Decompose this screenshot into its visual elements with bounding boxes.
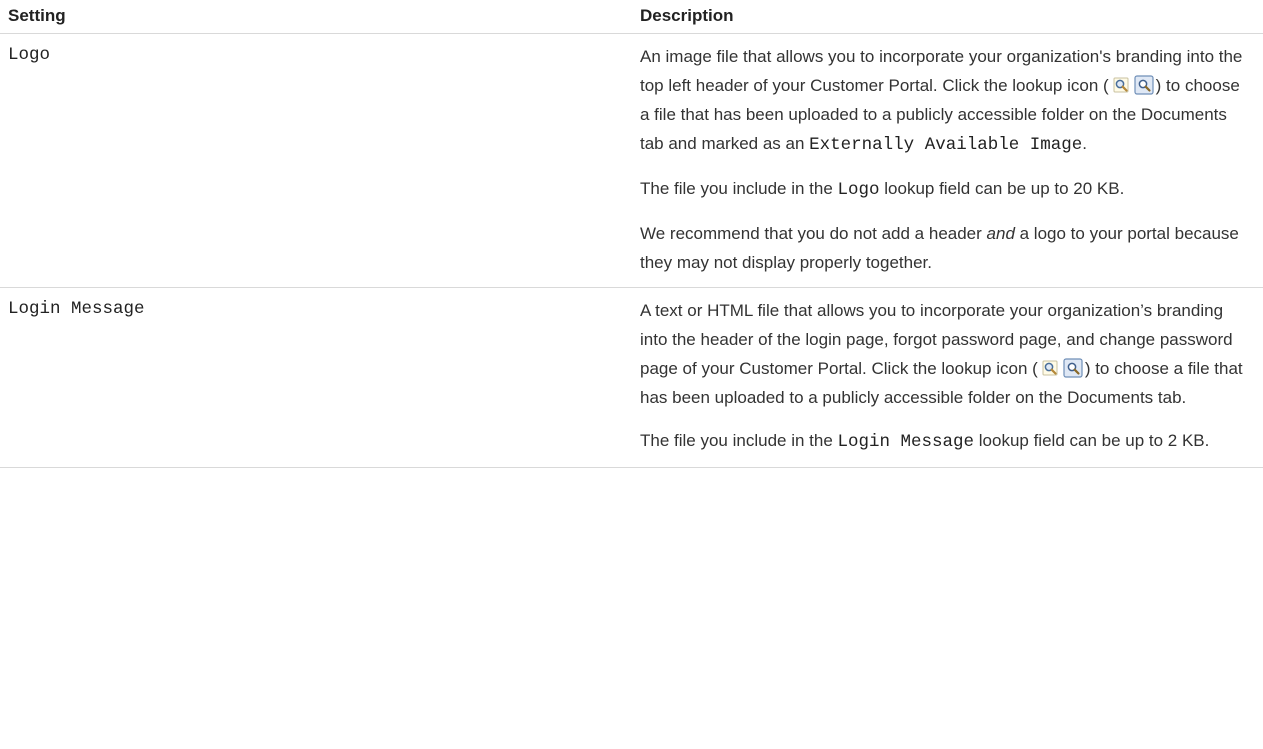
description-text: .: [1082, 134, 1087, 153]
description-paragraph: The file you include in the Login Messag…: [640, 426, 1243, 457]
table-header-row: Setting Description: [0, 0, 1263, 34]
description-text: The file you include in the: [640, 179, 838, 198]
description-paragraph: An image file that allows you to incorpo…: [640, 42, 1243, 160]
lookup-icon-pair: [1111, 75, 1154, 95]
lookup-icon: [1040, 358, 1060, 378]
setting-cell: Logo: [0, 33, 640, 288]
lookup-icon-hover: [1134, 75, 1154, 95]
description-column-header: Description: [640, 0, 1263, 34]
setting-column-header: Setting: [0, 0, 640, 34]
table-row: Logo An image file that allows you to in…: [0, 33, 1263, 288]
description-text: The file you include in the: [640, 431, 838, 450]
inline-code: Logo: [837, 180, 880, 200]
description-paragraph: A text or HTML file that allows you to i…: [640, 296, 1243, 412]
setting-name: Logo: [8, 45, 51, 65]
description-paragraph: We recommend that you do not add a heade…: [640, 219, 1243, 277]
emphasis-text: and: [986, 224, 1015, 243]
settings-table: Setting Description Logo An image file t…: [0, 0, 1263, 468]
setting-name: Login Message: [8, 299, 145, 319]
description-text: We recommend that you do not add a heade…: [640, 224, 987, 243]
inline-code: Login Message: [837, 432, 975, 452]
lookup-icon-pair: [1040, 358, 1083, 378]
description-cell: An image file that allows you to incorpo…: [640, 33, 1263, 288]
table-row: Login Message A text or HTML file that a…: [0, 287, 1263, 468]
lookup-icon-hover: [1063, 358, 1083, 378]
description-paragraph: The file you include in the Logo lookup …: [640, 174, 1243, 205]
description-text: lookup field can be up to 2 KB.: [974, 431, 1210, 450]
description-text: lookup field can be up to 20 KB.: [879, 179, 1125, 198]
inline-code: Externally Available Image: [809, 135, 1083, 155]
lookup-icon: [1111, 75, 1131, 95]
description-cell: A text or HTML file that allows you to i…: [640, 287, 1263, 468]
setting-cell: Login Message: [0, 287, 640, 468]
